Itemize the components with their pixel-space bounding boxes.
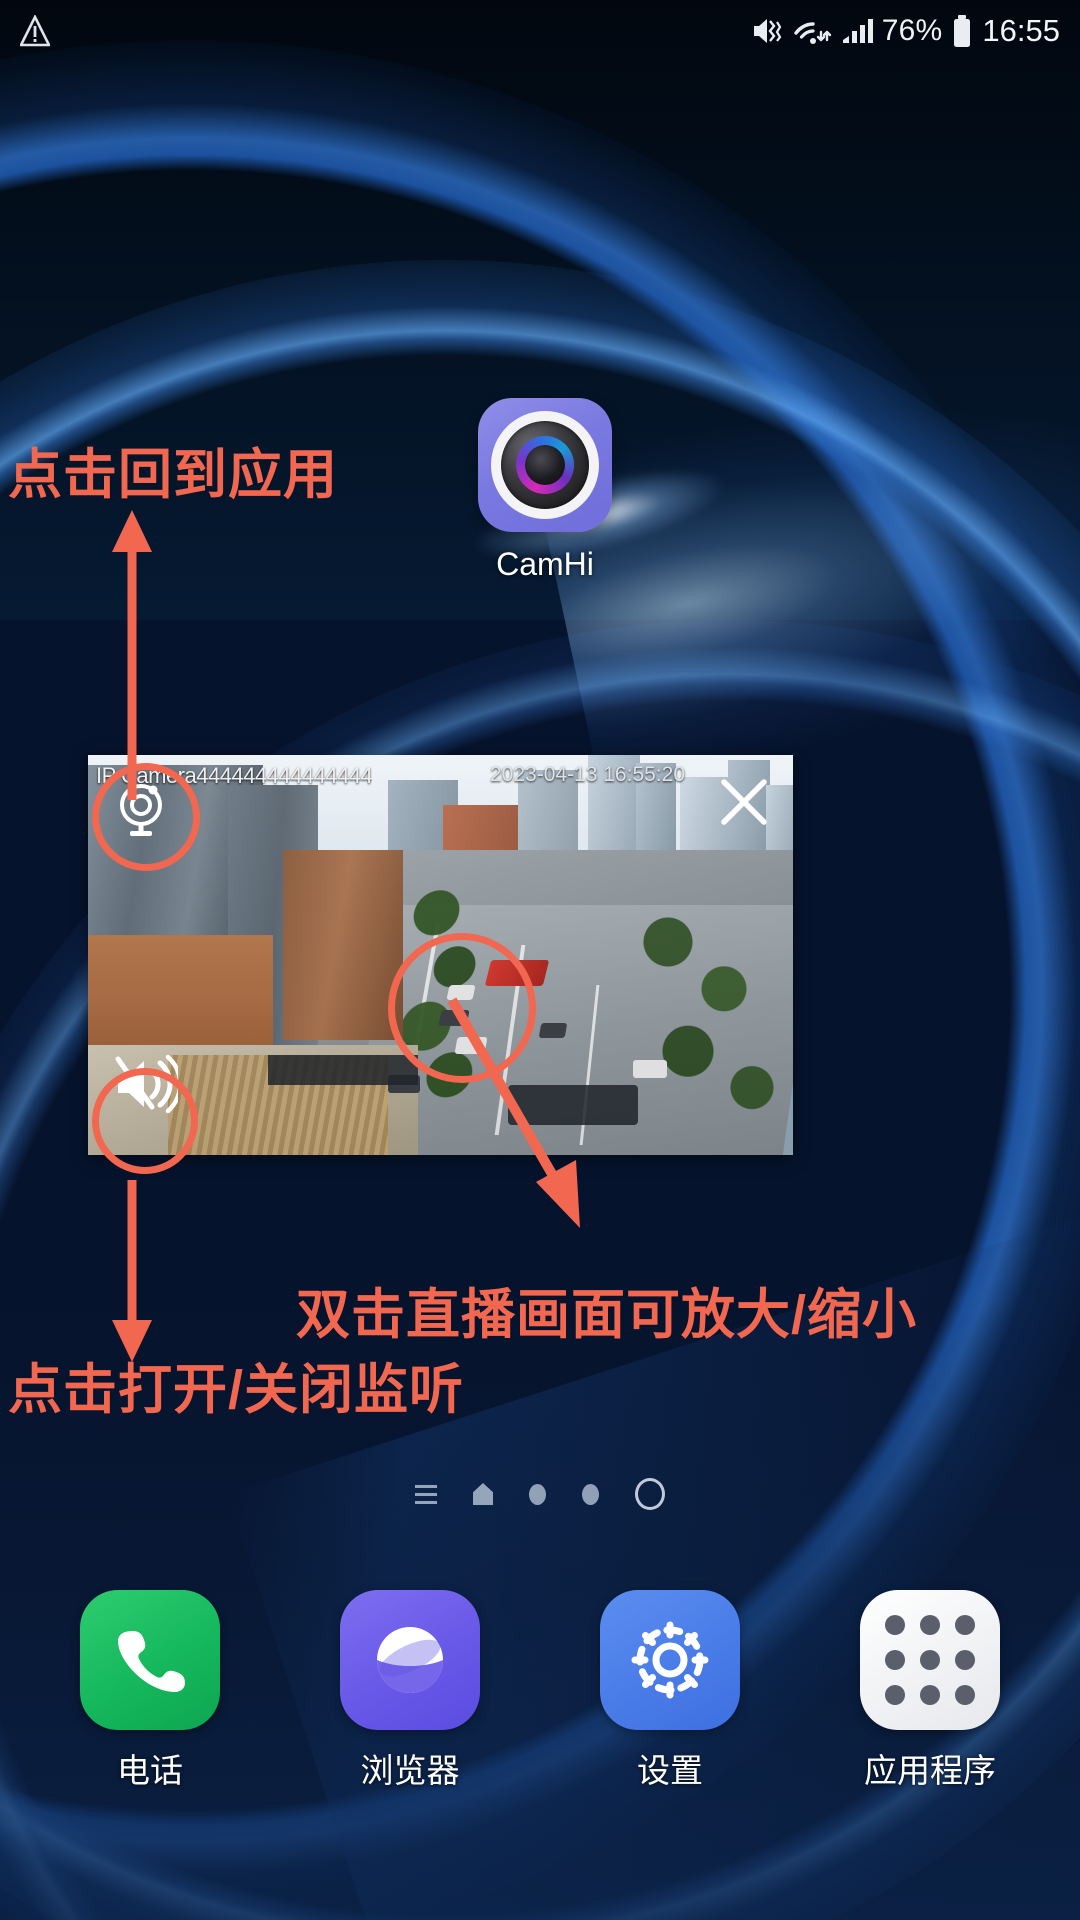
video-timestamp: 2023-04-13 16:55:20 (490, 763, 685, 786)
status-bar-clock: 16:55 (982, 13, 1060, 48)
phone-screen: 76% 16:55 CamHi IP Camera444444444444444… (0, 0, 1080, 1920)
page-indicator-dot[interactable] (582, 1483, 599, 1505)
browser-icon (340, 1590, 480, 1730)
dock-item-settings[interactable]: 设置 (580, 1590, 760, 1792)
dock-label: 浏览器 (360, 1752, 460, 1789)
lens-aperture (525, 445, 565, 485)
wifi-icon (794, 15, 832, 47)
annotation-arrow-down (112, 1180, 152, 1362)
annotation-toggle-listen: 点击打开/关闭监听 (8, 1360, 465, 1420)
dock-label: 设置 (637, 1752, 703, 1789)
annotation-return-to-app: 点击回到应用 (8, 445, 338, 505)
lens-outer-ring (491, 411, 599, 519)
page-indicator-home-icon[interactable] (473, 1483, 493, 1505)
gear-icon (600, 1590, 740, 1730)
dock-label: 应用程序 (864, 1752, 996, 1789)
annotation-arrow-diagonal (447, 997, 580, 1228)
dock-item-browser[interactable]: 浏览器 (320, 1590, 500, 1792)
battery-percent: 76% (881, 14, 943, 47)
annotation-circle-audio (92, 1068, 198, 1174)
page-indicator[interactable] (0, 1478, 1080, 1510)
mute-vibrate-icon (751, 15, 785, 47)
page-indicator-dot[interactable] (529, 1483, 546, 1505)
dock: 电话 浏览器 设置 应用程序 (0, 1590, 1080, 1792)
annotation-double-tap-zoom: 双击直播画面可放大/缩小 (296, 1285, 918, 1345)
phone-icon (80, 1590, 220, 1730)
warning-triangle-icon (18, 14, 52, 47)
app-drawer-dots (885, 1615, 975, 1705)
page-indicator-list-icon[interactable] (415, 1484, 437, 1504)
lens-body (501, 421, 589, 509)
app-icon-camhi[interactable]: CamHi (470, 398, 620, 583)
dock-item-phone[interactable]: 电话 (60, 1590, 240, 1792)
camera-lens-icon (478, 398, 612, 532)
dock-item-apps[interactable]: 应用程序 (840, 1590, 1020, 1792)
close-icon (721, 779, 767, 825)
close-button[interactable] (717, 775, 771, 829)
dock-label: 电话 (117, 1752, 183, 1789)
lens-iris (516, 436, 574, 494)
status-bar: 76% 16:55 (0, 0, 1080, 62)
battery-icon (951, 14, 973, 48)
app-drawer-icon (860, 1590, 1000, 1730)
app-icon-label: CamHi (496, 546, 594, 582)
annotation-arrow-up (112, 510, 152, 800)
cellular-signal-icon (841, 15, 873, 47)
page-indicator-current-dot[interactable] (635, 1478, 665, 1510)
